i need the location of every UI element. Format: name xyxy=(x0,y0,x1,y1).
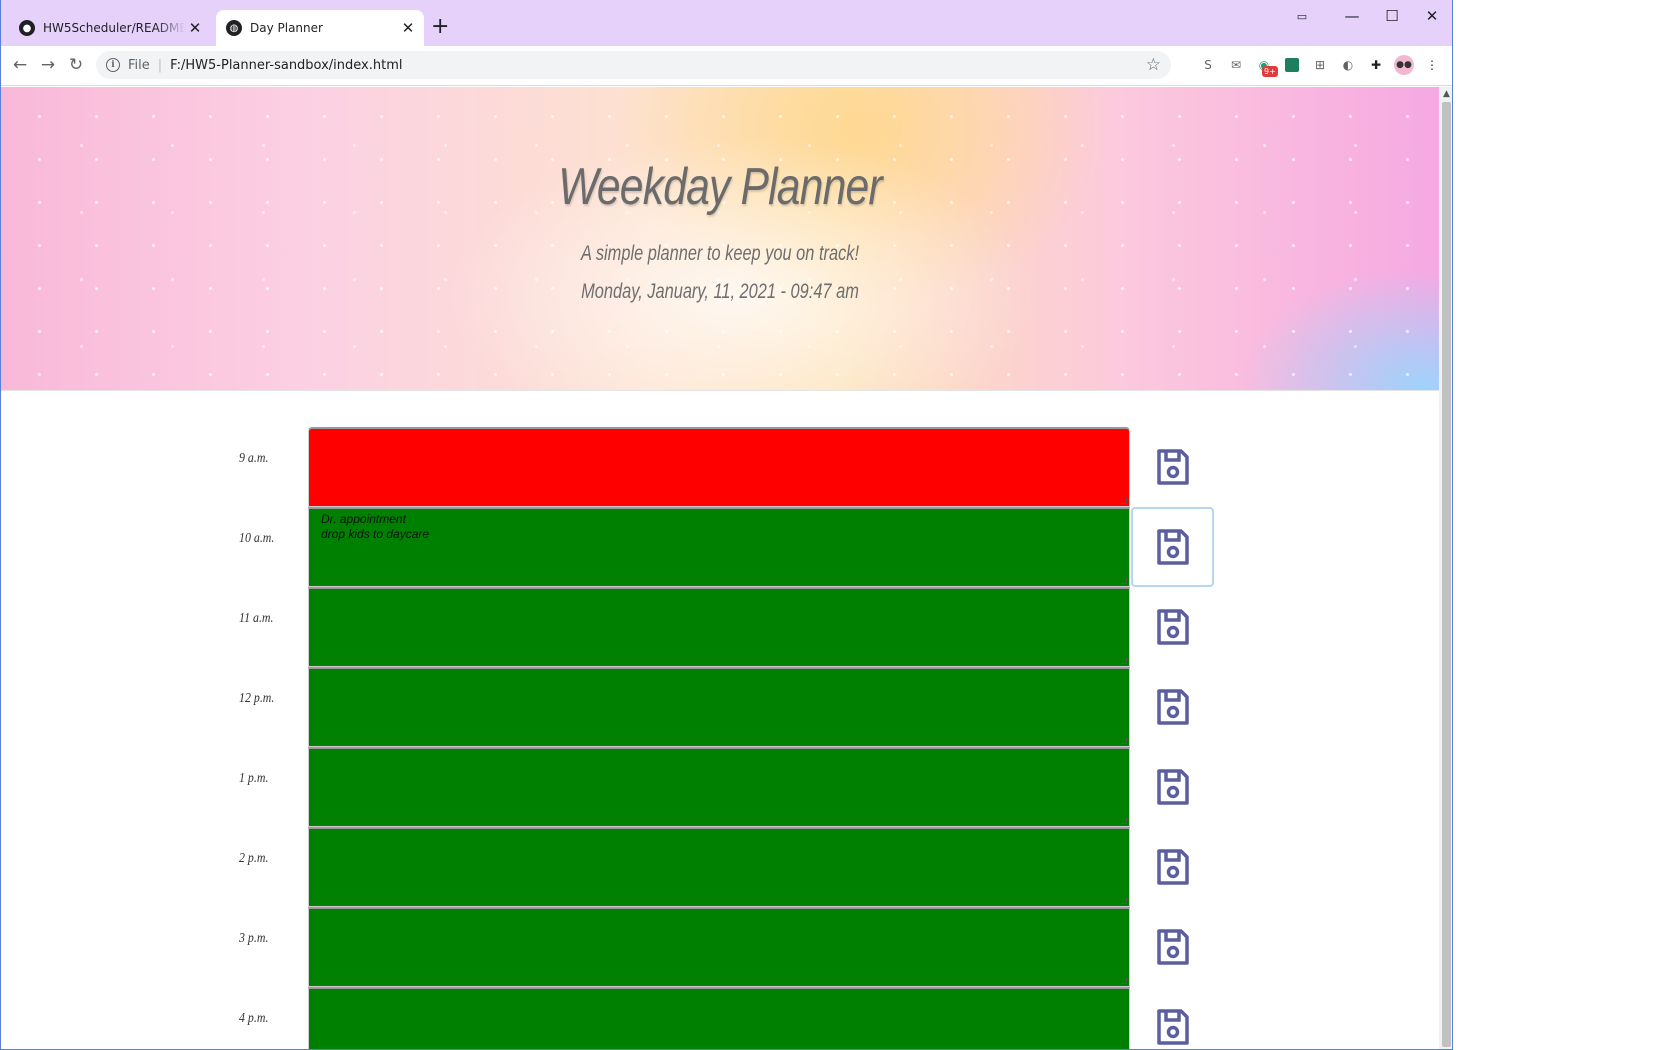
hour-label: 11 a.m. xyxy=(239,611,274,626)
page-lead: A simple planner to keep you on track! xyxy=(580,242,859,265)
timeblock-row: 9 a.m. xyxy=(1,427,1439,507)
url-scheme: File xyxy=(128,57,150,73)
close-window-icon[interactable]: ✕ xyxy=(1412,0,1452,32)
close-icon[interactable]: ✕ xyxy=(398,19,418,37)
extensions-area: S ✉ ◉ 9+ ⊞ ◐ ✚ ●● ⋮ xyxy=(1197,54,1449,77)
extension-grid-icon[interactable] xyxy=(1281,54,1303,76)
hour-label: 9 a.m. xyxy=(239,451,269,466)
save-button[interactable] xyxy=(1131,907,1214,987)
vertical-scrollbar[interactable]: ▲ xyxy=(1439,87,1452,1049)
tab-search-icon[interactable]: ▭ xyxy=(1272,0,1332,32)
page-viewport: Weekday Planner A simple planner to keep… xyxy=(1,87,1439,1049)
description-textarea[interactable]: Dr. appointment drop kids to daycare xyxy=(308,507,1130,587)
tab-title: Day Planner xyxy=(250,21,323,35)
save-icon xyxy=(1156,529,1189,565)
timeblock-row: 10 a.m. Dr. appointment drop kids to day… xyxy=(1,507,1439,587)
browser-window: ● HW5Scheduler/README.md at m ✕ ◍ Day Pl… xyxy=(0,0,1453,1050)
save-button[interactable] xyxy=(1131,427,1214,507)
github-icon: ● xyxy=(19,20,35,36)
browser-toolbar: ← → ↻ i File | F:/HW5-Planner-sandbox/in… xyxy=(1,46,1452,86)
info-icon[interactable]: i xyxy=(106,58,120,72)
save-icon xyxy=(1156,1009,1189,1045)
save-button[interactable] xyxy=(1131,507,1214,587)
timeblock-row: 2 p.m. xyxy=(1,827,1439,907)
scroll-up-arrow-icon[interactable]: ▲ xyxy=(1443,89,1450,99)
save-button[interactable] xyxy=(1131,827,1214,907)
forward-icon[interactable]: → xyxy=(35,52,61,78)
current-day: Monday, January, 11, 2021 - 09:47 am xyxy=(581,280,859,303)
url-divider: | xyxy=(157,57,163,73)
save-icon xyxy=(1156,609,1189,645)
hour-label: 10 a.m. xyxy=(239,531,275,546)
description-textarea[interactable] xyxy=(308,907,1130,987)
hour-label: 12 p.m. xyxy=(239,691,275,706)
extension-badge: 9+ xyxy=(1262,66,1278,77)
new-tab-button[interactable]: + xyxy=(431,16,449,38)
extension-s-icon[interactable]: S xyxy=(1197,54,1219,76)
save-button[interactable] xyxy=(1131,747,1214,827)
save-icon xyxy=(1156,769,1189,805)
reload-icon[interactable]: ↻ xyxy=(63,52,89,78)
close-icon[interactable]: ✕ xyxy=(185,19,205,37)
description-textarea[interactable] xyxy=(308,427,1130,507)
maximize-icon[interactable]: ☐ xyxy=(1372,0,1412,32)
extension-apps-icon[interactable]: ⊞ xyxy=(1309,54,1331,76)
save-icon xyxy=(1156,689,1189,725)
hour-label: 2 p.m. xyxy=(239,851,269,866)
address-bar[interactable]: i File | F:/HW5-Planner-sandbox/index.ht… xyxy=(96,51,1171,79)
hour-label: 4 p.m. xyxy=(239,1011,269,1026)
window-controls: ▭ — ☐ ✕ xyxy=(1272,0,1452,32)
tab-title: HW5Scheduler/README.md at m xyxy=(43,21,185,35)
url-text[interactable]: F:/HW5-Planner-sandbox/index.html xyxy=(170,58,402,73)
timeblock-row: 4 p.m. xyxy=(1,987,1439,1049)
timeblock-row: 11 a.m. xyxy=(1,587,1439,667)
profile-avatar[interactable]: ●● xyxy=(1393,54,1415,76)
globe-icon: ◍ xyxy=(226,20,242,36)
tab-day-planner[interactable]: ◍ Day Planner ✕ xyxy=(216,10,424,46)
hour-label: 3 p.m. xyxy=(239,931,269,946)
header-jumbotron: Weekday Planner A simple planner to keep… xyxy=(1,87,1439,391)
bookmark-star-icon[interactable]: ☆ xyxy=(1146,55,1161,75)
save-icon xyxy=(1156,929,1189,965)
page-title: Weekday Planner xyxy=(558,158,882,216)
description-textarea[interactable] xyxy=(308,667,1130,747)
description-textarea[interactable] xyxy=(308,827,1130,907)
extension-shield-icon[interactable]: ◐ xyxy=(1337,54,1359,76)
tab-strip: ● HW5Scheduler/README.md at m ✕ ◍ Day Pl… xyxy=(1,0,1452,46)
save-button[interactable] xyxy=(1131,667,1214,747)
hour-label: 1 p.m. xyxy=(239,771,269,786)
extension-mail-icon[interactable]: ✉ xyxy=(1225,54,1247,76)
back-icon[interactable]: ← xyxy=(7,52,33,78)
minimize-icon[interactable]: — xyxy=(1332,0,1372,32)
save-button[interactable] xyxy=(1131,987,1214,1049)
scroll-thumb[interactable] xyxy=(1442,102,1451,1047)
save-icon xyxy=(1156,449,1189,485)
timeblock-row: 1 p.m. xyxy=(1,747,1439,827)
description-textarea[interactable] xyxy=(308,747,1130,827)
timeblock-row: 3 p.m. xyxy=(1,907,1439,987)
menu-dots-icon[interactable]: ⋮ xyxy=(1421,54,1443,76)
grammarly-icon[interactable]: ◉ 9+ xyxy=(1253,54,1278,77)
save-button[interactable] xyxy=(1131,587,1214,667)
sparkle-background xyxy=(1,87,1439,390)
description-textarea[interactable] xyxy=(308,987,1130,1049)
save-icon xyxy=(1156,849,1189,885)
description-textarea[interactable] xyxy=(308,587,1130,667)
tab-github-readme[interactable]: ● HW5Scheduler/README.md at m ✕ xyxy=(9,10,211,46)
timeblock-row: 12 p.m. xyxy=(1,667,1439,747)
extensions-puzzle-icon[interactable]: ✚ xyxy=(1365,54,1387,76)
